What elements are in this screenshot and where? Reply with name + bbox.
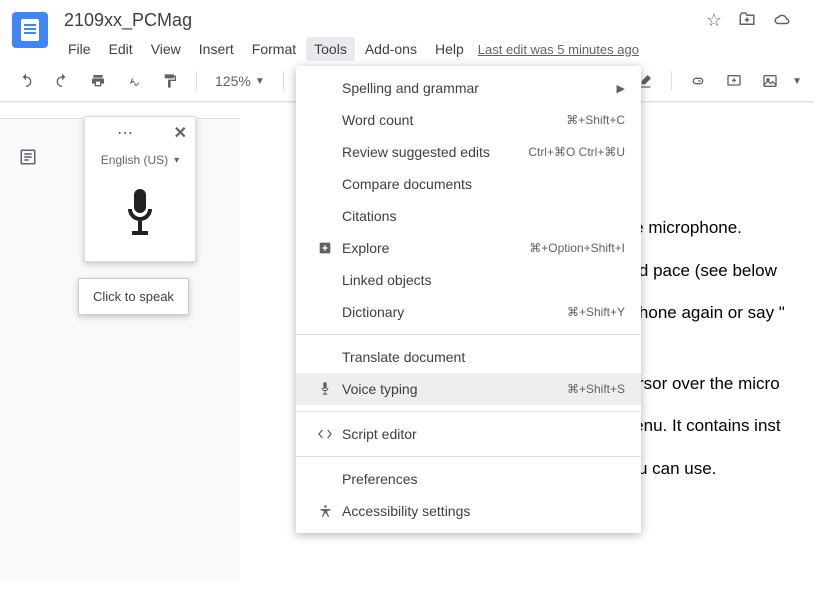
print-button[interactable] [84,67,112,95]
menu-linked-objects[interactable]: Linked objects [296,264,641,296]
menu-label: Translate document [338,349,625,365]
microphone-icon [312,381,338,397]
script-icon [312,426,338,442]
redo-button[interactable] [48,67,76,95]
spellcheck-button[interactable] [120,67,148,95]
last-edit-link[interactable]: Last edit was 5 minutes ago [478,42,639,57]
menu-shortcut: ⌘+Shift+Y [567,305,625,319]
menu-label: Accessibility settings [338,503,625,519]
doc-line: and pace (see below [620,256,814,287]
menu-translate-document[interactable]: Translate document [296,341,641,373]
menu-insert[interactable]: Insert [191,37,242,61]
docs-logo[interactable] [12,12,48,48]
menu-view[interactable]: View [143,37,189,61]
menu-tools[interactable]: Tools [306,37,355,61]
voice-language-label: English (US) [101,153,168,167]
menu-format[interactable]: Format [244,37,304,61]
menu-label: Voice typing [338,381,567,397]
menu-separator [296,411,641,412]
menu-edit[interactable]: Edit [101,37,141,61]
voice-language-select[interactable]: English (US) ▾ [85,149,195,175]
menu-shortcut: Ctrl+⌘O Ctrl+⌘U [528,145,625,159]
star-icon[interactable]: ☆ [706,10,722,31]
menu-spelling-grammar[interactable]: Spelling and grammar ▶ [296,72,641,104]
menu-label: Word count [338,112,566,128]
menu-label: Dictionary [338,304,567,320]
doc-line: ophone again or say " [620,298,814,329]
move-icon[interactable] [738,10,756,31]
menu-file[interactable]: File [60,37,99,61]
menu-review-suggested-edits[interactable]: Review suggested edits Ctrl+⌘O Ctrl+⌘U [296,136,641,168]
menubar: File Edit View Insert Format Tools Add-o… [60,37,802,61]
menu-shortcut: ⌘+Shift+C [566,113,625,127]
menu-help[interactable]: Help [427,37,472,61]
cloud-status-icon[interactable] [772,10,792,31]
menu-preferences[interactable]: Preferences [296,463,641,495]
insert-comment-button[interactable] [720,67,748,95]
caret-down-icon[interactable]: ▼ [792,76,802,87]
doc-line: menu. It contains inst [620,411,814,442]
menu-voice-typing[interactable]: Voice typing ⌘+Shift+S [296,373,641,405]
document-title[interactable]: 2109xx_PCMag [60,8,196,33]
menu-addons[interactable]: Add-ons [357,37,425,61]
menu-script-editor[interactable]: Script editor [296,418,641,450]
doc-line: you can use. [620,454,814,485]
insert-image-button[interactable] [756,67,784,95]
undo-button[interactable] [12,67,40,95]
menu-dictionary[interactable]: Dictionary ⌘+Shift+Y [296,296,641,328]
caret-down-icon: ▾ [174,155,179,166]
close-icon[interactable]: ✕ [174,123,187,143]
menu-shortcut: ⌘+Shift+S [567,382,625,396]
doc-line: cursor over the micro [620,369,814,400]
tools-dropdown: Spelling and grammar ▶ Word count ⌘+Shif… [296,66,641,533]
menu-separator [296,456,641,457]
menu-label: Compare documents [338,176,625,192]
zoom-select[interactable]: 125% ▼ [209,73,271,89]
menu-label: Explore [338,240,529,256]
menu-separator [296,334,641,335]
insert-link-button[interactable] [684,67,712,95]
menu-label: Preferences [338,471,625,487]
menu-label: Linked objects [338,272,625,288]
menu-accessibility-settings[interactable]: Accessibility settings [296,495,641,527]
microphone-button[interactable] [85,175,195,261]
paint-format-button[interactable] [156,67,184,95]
zoom-value: 125% [215,73,251,89]
menu-compare-documents[interactable]: Compare documents [296,168,641,200]
menu-label: Citations [338,208,625,224]
menu-label: Spelling and grammar [338,80,617,96]
menu-citations[interactable]: Citations [296,200,641,232]
voice-panel-menu-icon[interactable]: ⋯ [117,123,135,143]
menu-word-count[interactable]: Word count ⌘+Shift+C [296,104,641,136]
accessibility-icon [312,504,338,519]
document-outline-button[interactable] [14,143,42,171]
caret-down-icon: ▼ [255,76,265,87]
menu-label: Script editor [338,426,625,442]
voice-tooltip: Click to speak [78,278,189,315]
menu-explore[interactable]: Explore ⌘+Option+Shift+I [296,232,641,264]
explore-icon [312,240,338,256]
menu-label: Review suggested edits [338,144,528,160]
doc-line: the microphone. [620,213,814,244]
voice-typing-panel[interactable]: ⋯ ✕ English (US) ▾ [84,116,196,262]
chevron-right-icon: ▶ [617,82,625,95]
menu-shortcut: ⌘+Option+Shift+I [529,241,625,255]
